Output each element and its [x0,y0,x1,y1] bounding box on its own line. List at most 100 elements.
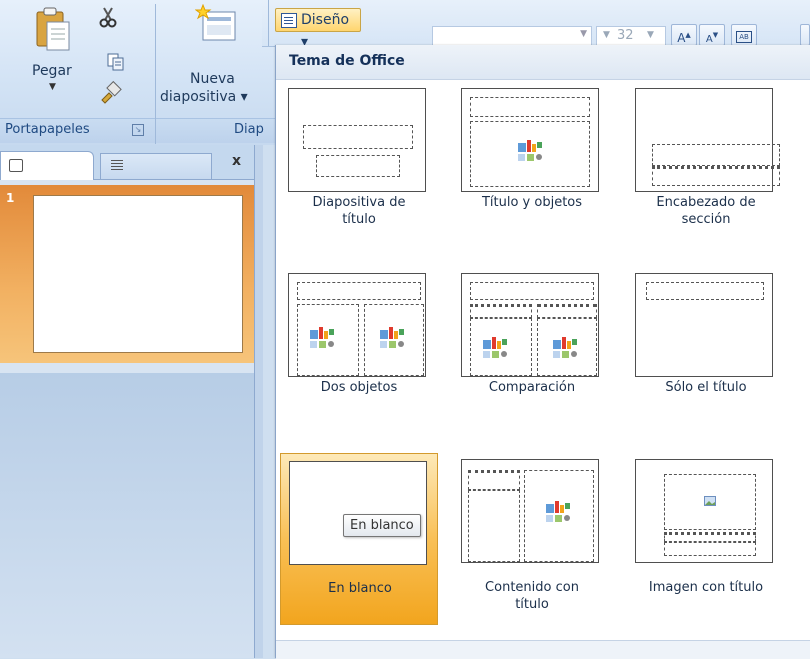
layout-button[interactable]: Diseño ▾ [275,8,361,50]
more-tools[interactable] [800,24,810,46]
slide-thumbnail-row[interactable]: 1 [0,185,254,363]
clear-format-icon[interactable]: AB [731,24,757,46]
layout-label-line1: Sólo el título [665,380,747,395]
font-size-value: 32 [617,28,634,43]
title-placeholder [468,470,520,490]
layout-thumbnail [288,273,426,377]
layout-label: Comparación [453,379,611,396]
copy-icon[interactable] [106,52,126,72]
insert-object-icon [310,327,334,348]
slide-number: 1 [6,191,15,205]
pane-splitter[interactable] [254,145,263,658]
text-placeholder [468,490,520,562]
clipboard-group-label: Portapapeles [5,122,90,137]
shrink-font-icon[interactable]: A▼ [699,24,725,46]
layout-label: Dos objetos [280,379,438,396]
text-placeholder [664,542,756,556]
layout-label: Título y objetos [453,194,611,211]
tab-slides[interactable] [0,151,94,180]
dialog-launcher-icon[interactable]: ↘ [132,124,144,136]
layout-icon [281,13,297,28]
layout-comparison[interactable]: Comparación [453,267,611,439]
layout-label: Encabezado de sección [627,194,785,228]
slides-pane-empty-area[interactable] [0,373,254,658]
layout-label: Sólo el título [627,379,785,396]
new-slide-button[interactable]: Nueva [190,71,235,87]
layout-thumbnail [635,88,780,192]
layout-label: Diapositiva de título [280,194,438,228]
insert-object-icon [483,337,507,358]
layout-label-line1: Encabezado de [656,195,756,210]
clipboard-group: Portapapeles ↘ [0,118,155,143]
tab-outline[interactable] [100,153,212,179]
layout-blank[interactable]: En blanco En blanco [280,453,438,625]
layout-section-header[interactable]: Encabezado de sección [627,82,785,254]
insert-object-icon [518,140,542,161]
paste-icon[interactable] [33,6,73,52]
title-placeholder [664,532,756,542]
heading-placeholder-left [470,304,532,318]
gallery-footer [276,640,810,659]
format-painter-icon[interactable] [99,78,123,104]
ribbon: Pegar ▼ Portapapeles ↘ Nueva diapositiva… [0,0,280,145]
slide-tab-icon [9,159,23,172]
layout-picture-with-caption[interactable]: Imagen con título [627,453,785,625]
layout-label-line1: Dos objetos [320,380,398,395]
layout-label-line1: Diapositiva de [312,195,406,210]
layout-label-line1: Título y objetos [481,195,583,210]
title-placeholder [646,282,764,300]
layout-label-line1: Imagen con título [648,580,764,595]
insert-object-icon [546,501,570,522]
layout-two-content[interactable]: Dos objetos [280,267,438,439]
layout-label: Contenido con título [453,579,611,613]
new-slide-icon[interactable] [195,4,237,44]
title-placeholder [303,125,413,149]
layout-title-slide[interactable]: Diapositiva de título [280,82,438,254]
cut-icon[interactable] [98,6,118,28]
layout-content-with-caption[interactable]: Contenido con título [453,453,611,625]
pane-tabs: x [0,145,258,180]
gallery-header: Tema de Office [276,45,810,80]
layout-thumbnail [635,459,773,563]
picture-icon [704,496,716,506]
layout-thumbnail [288,88,426,192]
layout-label-line1: En blanco [328,581,392,596]
subtitle-placeholder [316,155,400,177]
layout-label-line2: sección [681,212,731,227]
paste-dropdown-icon[interactable]: ▼ [49,82,56,92]
layout-label: En blanco [281,580,439,597]
slides-group-label: Diap [234,122,264,137]
font-size-input[interactable]: 32 ▼ ▼ [596,26,666,46]
layout-thumbnail [461,459,599,563]
title-placeholder [297,282,421,300]
layout-thumbnail [289,461,427,565]
group-divider [268,0,269,46]
gallery-title: Tema de Office [289,53,405,69]
close-pane-button[interactable]: x [232,153,241,169]
slides-pane: x 1 [0,145,258,658]
layout-label-line1: Comparación [488,380,576,395]
layout-thumbnail [461,273,599,377]
slide-thumbnail[interactable] [33,195,243,353]
tooltip: En blanco [343,514,421,537]
layout-label-line2: título [342,212,376,227]
new-slide-dropdown[interactable]: diapositiva ▾ [160,89,248,105]
layout-label-line1: Contenido con [485,580,579,595]
grow-font-icon[interactable]: A▲ [671,24,697,46]
title-placeholder [470,97,590,117]
layout-thumbnail [461,88,599,192]
font-name-input[interactable]: ▼ [432,26,592,46]
layout-gallery: Tema de Office Diapositiva de título Tít… [275,45,810,659]
layout-label: Imagen con título [627,579,785,596]
layout-title-and-content[interactable]: Título y objetos [453,82,611,254]
font-dropdown-icon[interactable]: ▼ [580,29,587,39]
layout-label-line2: título [515,597,549,612]
layout-title-only[interactable]: Sólo el título [627,267,785,439]
font-size-dropdown-icon[interactable]: ▼ [647,30,654,40]
font-size-dropdown-icon[interactable]: ▼ [603,30,610,40]
text-placeholder [652,166,780,186]
outline-tab-icon [111,160,123,172]
layout-thumbnail [635,273,773,377]
insert-object-icon [553,337,577,358]
paste-button[interactable]: Pegar [32,63,72,79]
